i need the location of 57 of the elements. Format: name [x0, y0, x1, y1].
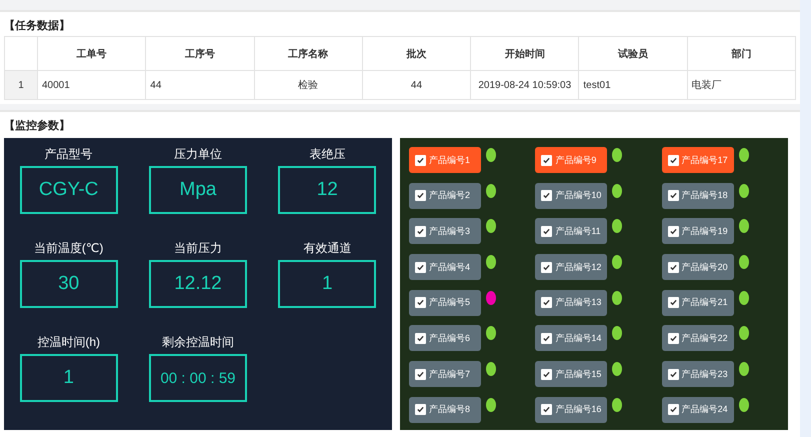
column-header: 批次 — [362, 36, 471, 70]
parameter-value: 1 — [20, 354, 118, 402]
channel-button[interactable]: 产品编号3 — [409, 218, 481, 244]
channel-button[interactable]: 产品编号12 — [535, 254, 608, 280]
column-header: 工序号 — [146, 36, 254, 70]
channel-button[interactable]: 产品编号21 — [662, 290, 734, 316]
column-header: 工序名称 — [254, 36, 362, 70]
parameter-value: 30 — [20, 260, 118, 308]
column-header: 开始时间 — [470, 36, 579, 70]
parameter-label: 当前温度(℃) — [34, 240, 104, 257]
parameter-label: 当前压力 — [174, 240, 222, 257]
parameter-value: 12 — [278, 166, 376, 214]
parameter-label: 产品型号 — [44, 146, 93, 163]
channel-button[interactable]: 产品编号17 — [662, 147, 734, 173]
row-number: 1 — [4, 70, 38, 100]
channel-button[interactable]: 产品编号20 — [662, 254, 734, 280]
table-cell: 44 — [146, 70, 254, 100]
table-cell: 检验 — [254, 70, 362, 100]
parameter-label: 剩余控温时间 — [162, 334, 234, 351]
section-title: 【监控参数】 — [4, 118, 71, 134]
parameter-value: 00 : 00 : 59 — [148, 354, 247, 402]
parameter-label: 表绝压 — [309, 146, 346, 163]
table-cell: 44 — [362, 70, 471, 100]
channel-button[interactable]: 产品编号22 — [662, 325, 734, 352]
channel-button[interactable]: 产品编号4 — [409, 254, 481, 280]
channel-button[interactable]: 产品编号7 — [409, 361, 481, 388]
channel-button[interactable]: 产品编号11 — [535, 218, 608, 244]
parameter-label: 有效通道 — [303, 240, 352, 257]
channel-button[interactable]: 产品编号23 — [662, 361, 734, 388]
parameter-value: Mpa — [148, 166, 247, 214]
parameter-value: 12.12 — [148, 260, 247, 308]
channel-button[interactable]: 产品编号1 — [409, 147, 481, 173]
parameter-value: 1 — [278, 260, 376, 308]
table-cell: 电装厂 — [687, 70, 796, 100]
channel-button[interactable]: 产品编号16 — [535, 396, 608, 423]
channel-button[interactable]: 产品编号8 — [409, 396, 481, 423]
section-title: 【任务数据】 — [4, 18, 71, 34]
channel-button[interactable]: 产品编号10 — [535, 182, 608, 209]
channel-button[interactable]: 产品编号2 — [409, 182, 481, 209]
channel-button[interactable]: 产品编号5 — [409, 290, 481, 316]
channel-button[interactable]: 产品编号6 — [409, 325, 481, 352]
channel-button[interactable]: 产品编号9 — [535, 147, 608, 173]
column-header: 试验员 — [578, 36, 688, 70]
table-cell: 40001 — [38, 70, 146, 100]
channel-button[interactable]: 产品编号24 — [662, 396, 734, 423]
table-cell: test01 — [578, 70, 688, 100]
channel-button[interactable]: 产品编号15 — [535, 361, 608, 388]
parameter-value: CGY-C — [20, 166, 118, 214]
channel-button[interactable]: 产品编号14 — [535, 325, 608, 352]
table-cell: 2019-08-24 10:59:03 — [470, 70, 579, 100]
parameter-label: 控温时间(h) — [37, 334, 100, 351]
parameter-label: 压力单位 — [174, 146, 222, 163]
channel-button[interactable]: 产品编号19 — [662, 218, 734, 244]
channel-button[interactable]: 产品编号13 — [535, 290, 608, 316]
column-header: 工单号 — [38, 36, 146, 70]
column-header: 部门 — [687, 36, 796, 70]
channel-button[interactable]: 产品编号18 — [662, 182, 734, 209]
